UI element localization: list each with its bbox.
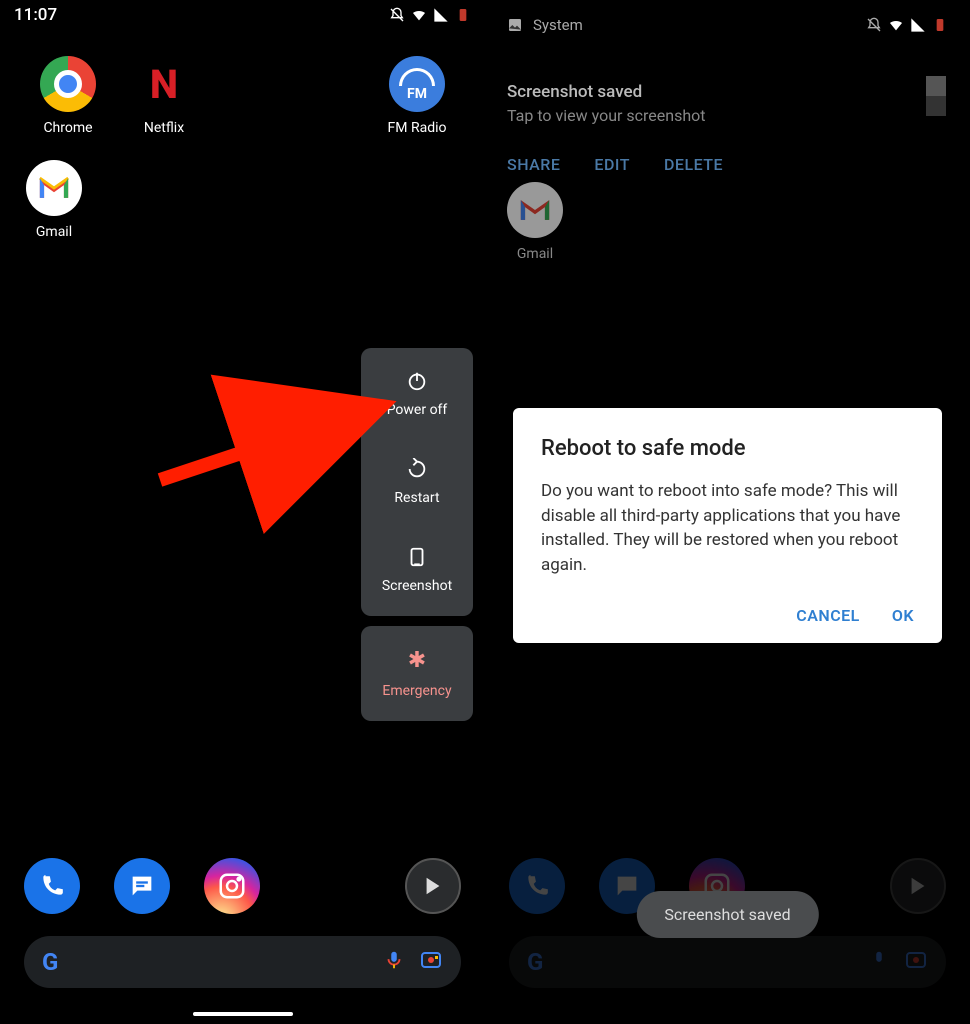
- app-fmradio[interactable]: FM FM Radio: [369, 56, 465, 136]
- notification-thumbnail[interactable]: [926, 76, 946, 116]
- toast-text: Screenshot saved: [664, 905, 790, 924]
- battery-icon: [455, 7, 471, 23]
- notification-app-name: System: [533, 16, 583, 34]
- app-chrome[interactable]: Chrome: [20, 56, 116, 136]
- svg-text:x: x: [442, 8, 446, 16]
- notification-edit-button[interactable]: EDIT: [594, 155, 630, 174]
- power-menu-main: Power off Restart Screenshot: [361, 348, 473, 616]
- app-netflix[interactable]: N Netflix: [116, 56, 212, 136]
- app-label: Gmail: [36, 224, 72, 240]
- toast: Screenshot saved: [636, 891, 818, 938]
- dock-instagram[interactable]: [204, 858, 260, 914]
- ok-button[interactable]: OK: [892, 606, 914, 625]
- mic-icon[interactable]: [383, 949, 405, 975]
- screenshot-icon: [406, 546, 428, 568]
- screenshot-right: G System Screenshot saved Tap to view yo…: [485, 0, 970, 1024]
- battery-icon: [932, 17, 948, 33]
- app-gmail[interactable]: Gmail: [507, 182, 563, 262]
- fmradio-icon: FM: [389, 56, 445, 112]
- dialog-body: Do you want to reboot into safe mode? Th…: [541, 479, 914, 578]
- emergency-icon: ✱: [408, 648, 426, 673]
- screenshot-left: 11:07 x Chrome N Netflix FM: [0, 0, 485, 1024]
- screenshot-button[interactable]: Screenshot: [382, 546, 452, 594]
- nav-handle[interactable]: [193, 1012, 293, 1016]
- emergency-button[interactable]: ✱ Emergency: [361, 626, 473, 721]
- power-menu: Power off Restart Screenshot ✱ Emergency: [361, 348, 473, 721]
- cancel-button[interactable]: CANCEL: [796, 606, 860, 625]
- status-icons: x: [389, 7, 471, 23]
- notification-actions: SHARE EDIT DELETE: [507, 155, 948, 174]
- app-label: Gmail: [517, 246, 553, 262]
- status-icons: [866, 17, 948, 33]
- wifi-icon: [411, 7, 427, 23]
- home-app-grid: Chrome N Netflix FM FM Radio Gmail: [0, 30, 485, 264]
- app-label: Netflix: [144, 120, 184, 136]
- signal-icon: x: [433, 7, 449, 23]
- dock-messages[interactable]: [114, 858, 170, 914]
- power-off-button[interactable]: Power off: [387, 370, 448, 418]
- gmail-icon: [26, 160, 82, 216]
- power-icon: [406, 370, 428, 392]
- google-search-bar[interactable]: G: [24, 936, 461, 988]
- safe-mode-dialog: Reboot to safe mode Do you want to reboo…: [513, 408, 942, 643]
- app-label: Chrome: [43, 120, 92, 136]
- notification-share-button[interactable]: SHARE: [507, 155, 560, 174]
- dock-play[interactable]: [405, 858, 461, 914]
- netflix-icon: N: [136, 56, 192, 112]
- app-gmail[interactable]: Gmail: [6, 160, 102, 240]
- wifi-icon: [888, 17, 904, 33]
- chrome-icon: [40, 56, 96, 112]
- dock: [0, 858, 485, 914]
- dialog-title: Reboot to safe mode: [541, 436, 914, 461]
- dialog-actions: CANCEL OK: [541, 606, 914, 625]
- restart-icon: [406, 458, 428, 480]
- app-label: FM Radio: [388, 120, 447, 136]
- google-logo-icon: G: [42, 948, 58, 976]
- emergency-label: Emergency: [382, 683, 451, 699]
- dock-phone[interactable]: [24, 858, 80, 914]
- annotation-arrow: [150, 380, 390, 504]
- restart-label: Restart: [394, 490, 439, 506]
- notification-subtitle: Tap to view your screenshot: [507, 106, 948, 125]
- restart-button[interactable]: Restart: [394, 458, 439, 506]
- clock: 11:07: [14, 5, 57, 25]
- status-bar: 11:07 x: [0, 0, 485, 30]
- screenshot-label: Screenshot: [382, 578, 452, 594]
- gmail-icon: [507, 182, 563, 238]
- signal-icon: [910, 17, 926, 33]
- power-off-label: Power off: [387, 402, 448, 418]
- dnd-off-icon: [389, 7, 405, 23]
- notification-title[interactable]: Screenshot saved: [507, 82, 948, 102]
- lens-icon[interactable]: [419, 948, 443, 976]
- dnd-off-icon: [866, 17, 882, 33]
- notification-panel: System Screenshot saved Tap to view your…: [485, 0, 970, 184]
- image-icon: [507, 17, 523, 33]
- notification-delete-button[interactable]: DELETE: [664, 155, 723, 174]
